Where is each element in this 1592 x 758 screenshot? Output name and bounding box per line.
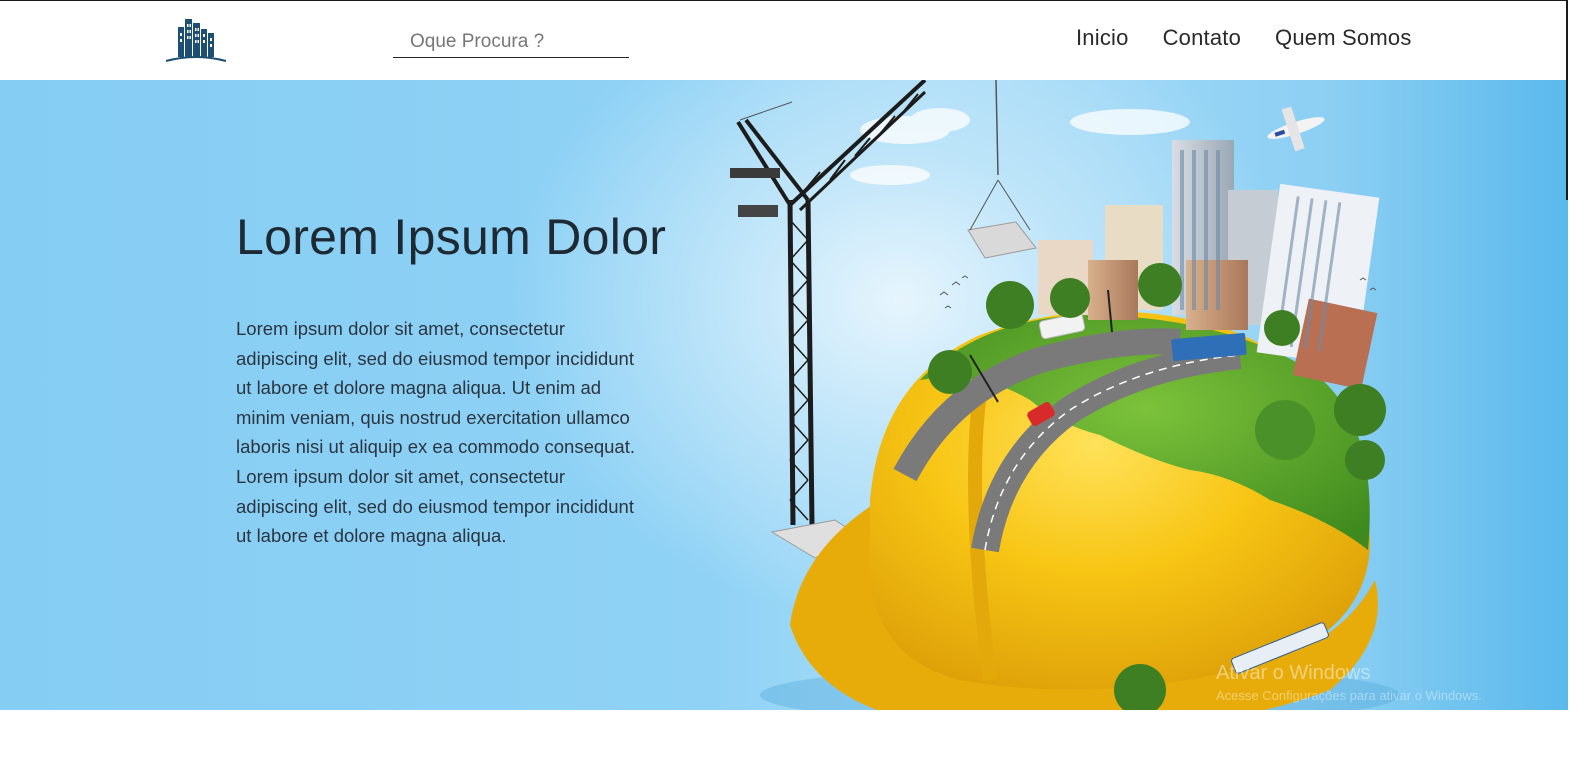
search-box: [393, 27, 632, 58]
nav-link-quem-somos[interactable]: Quem Somos: [1275, 25, 1412, 51]
search-input[interactable]: [408, 27, 632, 57]
scrollbar-area[interactable]: [1568, 0, 1592, 758]
site-header: Inicio Contato Quem Somos: [0, 1, 1568, 80]
hero-paragraph: Lorem ipsum dolor sit amet, consectetur …: [236, 318, 636, 547]
page-bottom: [0, 710, 1568, 758]
windows-activation-subtitle: Acesse Configurações para ativar o Windo…: [1216, 688, 1482, 703]
logo-link[interactable]: [164, 15, 228, 65]
crane-cable: [995, 80, 999, 176]
airplane: [1267, 106, 1325, 152]
scrollbar-thumb[interactable]: [1566, 0, 1568, 200]
hanging-slab: [967, 221, 1037, 259]
page: Inicio Contato Quem Somos: [0, 0, 1568, 758]
windows-activation-watermark: Ativar o Windows: [1216, 662, 1371, 684]
clouds: [850, 108, 1190, 185]
hero-title: Lorem Ipsum Dolor: [236, 209, 667, 265]
hero-section: Lorem Ipsum Dolor Lorem ipsum dolor sit …: [0, 80, 1568, 710]
main-nav: Inicio Contato Quem Somos: [1076, 25, 1412, 51]
nav-link-inicio[interactable]: Inicio: [1076, 25, 1129, 51]
buildings-logo-icon: [165, 19, 227, 62]
nav-link-contato[interactable]: Contato: [1163, 25, 1241, 51]
